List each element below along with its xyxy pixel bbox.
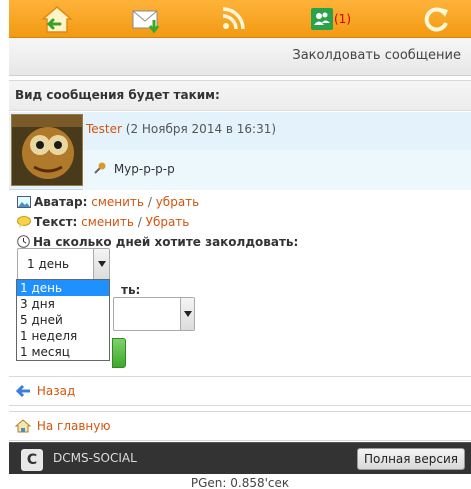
home-icon[interactable] — [37, 2, 77, 36]
text-option: Текст: сменить / Убрать — [17, 213, 298, 233]
full-version-button[interactable]: Полная версия — [357, 448, 465, 470]
rss-icon[interactable] — [213, 2, 253, 36]
days-select[interactable]: 1 день — [17, 248, 110, 280]
message-row: Мур-р-р-р — [83, 150, 471, 190]
author-link[interactable]: Tester — [86, 122, 122, 136]
days-option-item[interactable]: 5 дней — [17, 312, 109, 328]
options-list: Аватар: сменить / убрать Текст: сменить … — [17, 193, 298, 253]
message-text: Мур-р-р-р — [113, 162, 175, 176]
brand-name: DCMS-SOCIAL — [53, 451, 137, 465]
refresh-icon[interactable] — [417, 2, 457, 36]
back-arrow-icon — [15, 384, 30, 398]
page-title: Заколдовать сообщение — [292, 48, 461, 63]
avatar-option: Аватар: сменить / убрать — [17, 193, 298, 213]
avatar-remove-link[interactable]: убрать — [156, 195, 200, 209]
chevron-down-icon[interactable] — [180, 298, 194, 330]
home-bar: На главную — [9, 411, 471, 441]
top-navigation: (1) — [9, 0, 471, 38]
chevron-down-icon[interactable] — [93, 249, 109, 279]
days-option-item[interactable]: 1 день — [17, 280, 109, 296]
days-option-item[interactable]: 1 месяц — [17, 344, 109, 360]
secondary-select[interactable] — [113, 297, 195, 331]
back-bar: Назад — [9, 376, 471, 406]
partial-label: ть: — [121, 283, 141, 297]
footer: C DCMS-SOCIAL Полная версия — [9, 442, 471, 474]
author-line: Tester (2 Ноября 2014 в 16:31) — [86, 122, 276, 136]
days-dropdown-list[interactable]: 1 день 3 дня 5 дней 1 неделя 1 месяц — [16, 279, 110, 361]
submit-button[interactable] — [112, 338, 126, 368]
page-header: Заколдовать сообщение — [9, 38, 471, 76]
picture-icon — [17, 195, 31, 213]
message-preview: Tester (2 Ноября 2014 в 16:31) Мур-р-р-р — [9, 112, 471, 190]
friends-count: (1) — [334, 12, 351, 26]
friends-link[interactable]: (1) — [301, 2, 361, 36]
microphone-icon — [94, 162, 106, 174]
days-label: На сколько дней хотите заколдовать: — [33, 235, 299, 249]
text-remove-link[interactable]: Убрать — [146, 215, 190, 229]
back-link[interactable]: Назад — [37, 384, 75, 398]
home-link[interactable]: На главную — [37, 419, 111, 433]
friends-icon — [311, 8, 333, 30]
mail-icon[interactable] — [127, 2, 167, 36]
text-change-link[interactable]: сменить — [81, 215, 134, 229]
site-logo[interactable]: C — [21, 449, 43, 471]
avatar — [11, 114, 83, 186]
days-option-item[interactable]: 3 дня — [17, 296, 109, 312]
message-date: (2 Ноября 2014 в 16:31) — [125, 122, 277, 136]
avatar-label: Аватар: — [34, 195, 88, 209]
text-label: Текст: — [34, 215, 78, 229]
days-select-value: 1 день — [27, 257, 70, 271]
preview-heading: Вид сообщения будет таким: — [9, 81, 471, 111]
speech-bubble-icon — [17, 215, 31, 233]
avatar-change-link[interactable]: сменить — [91, 195, 144, 209]
page-generation-time: PGen: 0.858'сек — [190, 476, 290, 489]
home-small-icon — [14, 419, 32, 433]
days-option-item[interactable]: 1 неделя — [17, 328, 109, 344]
